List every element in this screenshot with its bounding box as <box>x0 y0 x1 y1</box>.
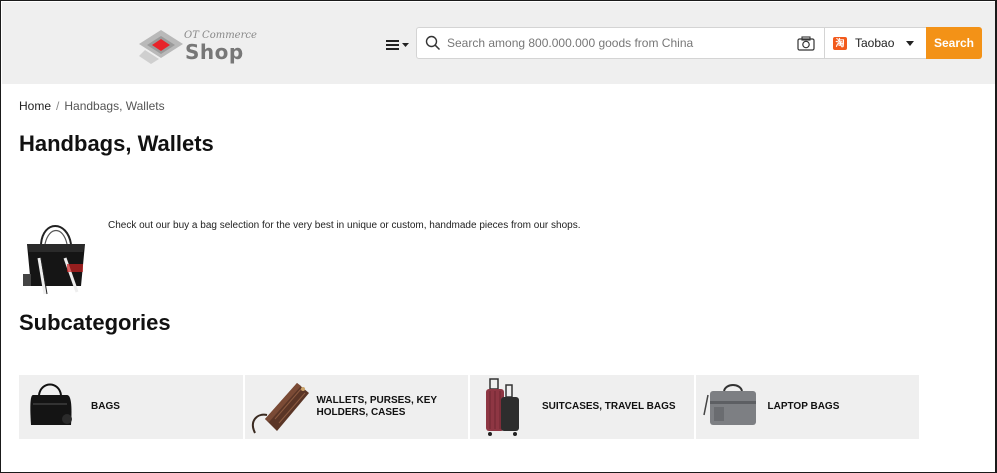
site-logo[interactable]: OT Commerce Shop <box>139 28 269 70</box>
subcategory-laptop-bags[interactable]: LAPTOP BAGS <box>695 375 919 439</box>
search-input[interactable] <box>447 32 787 54</box>
search-bar: 淘 Taobao Search <box>416 27 982 59</box>
provider-label: Taobao <box>855 36 895 50</box>
wallets-thumbnail <box>251 383 309 434</box>
provider-select[interactable]: 淘 Taobao <box>824 27 926 59</box>
subcategory-bags[interactable]: BAGS <box>19 375 243 439</box>
breadcrumb: Home / Handbags, Wallets <box>19 99 165 113</box>
logo-wordmark: Shop <box>185 40 244 64</box>
search-button[interactable]: Search <box>926 27 982 59</box>
chevron-down-icon <box>906 41 914 46</box>
subcategory-label: BAGS <box>91 401 120 412</box>
subcategory-label: LAPTOP BAGS <box>767 401 840 412</box>
category-intro: Check out our buy a bag selection for th… <box>19 214 919 298</box>
search-icon <box>425 35 441 51</box>
page-title: Handbags, Wallets <box>19 131 214 156</box>
site-header: OT Commerce Shop Search among 800.000.00… <box>2 2 995 84</box>
chevron-down-icon <box>402 43 409 47</box>
subcategory-suitcases[interactable]: SUITCASES, TRAVEL BAGS <box>470 375 694 439</box>
hamburger-menu-icon <box>386 40 399 50</box>
subcategory-wallets[interactable]: WALLETS, PURSES, KEY HOLDERS, CASES <box>244 375 468 439</box>
bags-thumbnail <box>30 383 72 425</box>
laptop-bags-thumbnail <box>702 384 756 425</box>
page-frame: OT Commerce Shop Search among 800.000.00… <box>0 0 997 473</box>
breadcrumb-home-link[interactable]: Home <box>19 99 51 113</box>
subcategory-label: WALLETS, PURSES, KEY HOLDERS, CASES <box>316 395 437 418</box>
suitcases-thumbnail <box>486 378 519 436</box>
taobao-logo-icon: 淘 <box>833 36 847 50</box>
subcategory-list: BAGS WALLETS, PURSES, KEY HOLDERS, CASES <box>19 375 919 439</box>
category-image <box>23 225 85 295</box>
category-description: Check out our buy a bag selection for th… <box>108 220 581 231</box>
category-menu-button[interactable] <box>386 36 414 54</box>
subcategories-heading: Subcategories <box>19 310 171 335</box>
subcategory-label: SUITCASES, TRAVEL BAGS <box>542 401 676 412</box>
logo-mark-icon <box>139 30 183 64</box>
breadcrumb-separator: / <box>56 99 60 113</box>
camera-icon[interactable] <box>797 36 815 51</box>
breadcrumb-current: Handbags, Wallets <box>64 99 165 113</box>
